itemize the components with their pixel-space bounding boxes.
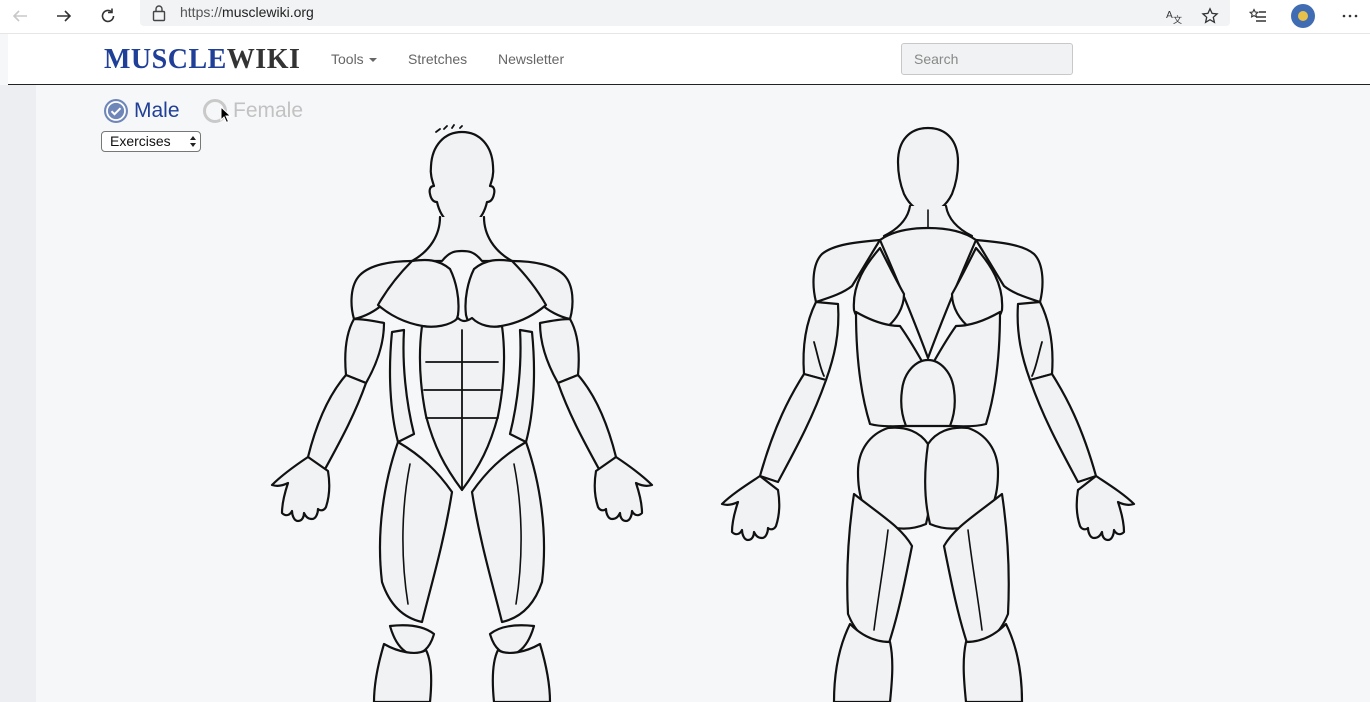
favorites-icon[interactable] [1244,2,1272,30]
front-left-forearm[interactable] [556,373,618,473]
svg-text:A: A [1166,10,1173,21]
gender-female-label: Female [233,99,304,122]
nav-newsletter[interactable]: Newsletter [498,51,564,67]
svg-text:文: 文 [1173,14,1182,25]
front-head[interactable] [428,130,496,229]
forward-icon[interactable] [50,2,78,30]
translate-icon[interactable]: A文 [1160,2,1188,30]
site-navbar: MUSCLEWIKI Tools Stretches Newsletter [8,34,1370,85]
nav-tools-label: Tools [331,51,364,67]
back-body-diagram [720,126,1136,702]
back-lower-back[interactable] [900,358,956,428]
refresh-icon[interactable] [94,2,122,30]
caret-down-icon [368,58,377,63]
back-left-hand[interactable] [1075,474,1136,542]
star-icon[interactable] [1196,2,1224,30]
select-arrows-icon [190,136,196,147]
logo-part-wiki: WIKI [226,44,301,75]
profile-icon[interactable] [1289,2,1317,30]
logo-part-muscle: MUSCLE [104,44,227,75]
front-left-calf[interactable] [491,642,552,702]
front-right-calf[interactable] [372,642,433,702]
front-right-bicep[interactable] [344,317,386,385]
back-head[interactable] [896,126,960,214]
front-neck[interactable] [410,215,514,263]
nav-tools-dropdown[interactable]: Tools [331,51,377,67]
lock-icon [152,5,166,22]
back-left-forearm[interactable] [1028,372,1098,484]
more-icon[interactable] [1336,2,1364,30]
front-left-quad[interactable] [470,440,546,624]
back-icon[interactable] [6,2,34,30]
front-right-oblique[interactable] [388,328,416,444]
gender-female-option[interactable]: Female [203,96,303,126]
front-right-quad[interactable] [378,440,454,624]
back-right-forearm[interactable] [758,372,828,484]
front-left-oblique[interactable] [508,328,536,444]
front-left-bicep[interactable] [538,317,580,385]
front-left-hand[interactable] [593,455,654,523]
url-host: musclewiki.org [222,4,314,20]
browser-toolbar: https://musclewiki.org A文 [0,0,1370,34]
view-type-select[interactable]: Exercises [101,131,201,152]
search-input[interactable] [901,43,1073,75]
left-sidebar-strip [0,85,36,702]
front-body-diagram [270,124,654,702]
nav-stretches[interactable]: Stretches [408,51,467,67]
gender-male-option[interactable]: Male [104,96,180,126]
back-right-hand[interactable] [720,474,781,542]
check-icon [104,99,128,123]
url-protocol: https:// [180,4,223,20]
view-type-selected: Exercises [110,133,171,149]
site-logo[interactable]: MUSCLEWIKI [104,44,300,76]
address-bar[interactable]: https://musclewiki.org [140,0,1230,26]
url-text: https://musclewiki.org [180,4,314,20]
front-right-hand[interactable] [270,455,331,523]
cursor-icon [220,106,232,124]
gender-male-label: Male [134,99,180,122]
front-right-forearm[interactable] [306,373,368,473]
